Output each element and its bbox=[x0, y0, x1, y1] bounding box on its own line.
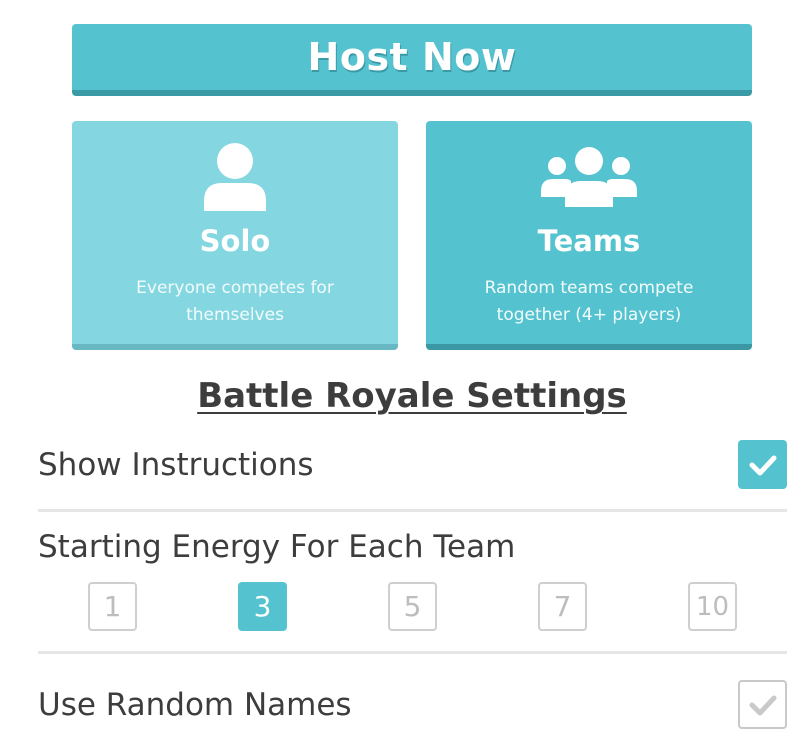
divider bbox=[38, 509, 787, 512]
starting-energy-label: Starting Energy For Each Team bbox=[38, 529, 516, 565]
users-icon bbox=[426, 139, 752, 211]
teams-mode-card[interactable]: Teams Random teams compete together (4+ … bbox=[426, 121, 752, 350]
teams-mode-description: Random teams compete together (4+ player… bbox=[484, 278, 694, 325]
random-names-checkbox[interactable] bbox=[738, 680, 787, 729]
energy-option-7[interactable]: 7 bbox=[538, 582, 587, 631]
teams-mode-title: Teams bbox=[537, 224, 641, 258]
random-names-label: Use Random Names bbox=[38, 687, 352, 723]
solo-mode-card[interactable]: Solo Everyone competes for themselves bbox=[72, 121, 398, 350]
host-now-button[interactable]: Host Now bbox=[72, 24, 752, 96]
settings-title: Battle Royale Settings bbox=[197, 376, 627, 416]
solo-mode-description: Everyone competes for themselves bbox=[136, 278, 334, 325]
divider bbox=[38, 651, 787, 654]
show-instructions-checkbox[interactable] bbox=[738, 440, 787, 489]
energy-option-10[interactable]: 10 bbox=[688, 582, 737, 631]
solo-mode-title: Solo bbox=[199, 224, 271, 258]
checkmark-icon bbox=[749, 455, 776, 475]
energy-option-3[interactable]: 3 bbox=[238, 582, 287, 631]
energy-option-1[interactable]: 1 bbox=[88, 582, 137, 631]
checkmark-icon bbox=[749, 695, 776, 715]
user-icon bbox=[72, 139, 398, 211]
host-now-label: Host Now bbox=[307, 35, 517, 79]
show-instructions-label: Show Instructions bbox=[38, 447, 314, 483]
energy-option-5[interactable]: 5 bbox=[388, 582, 437, 631]
